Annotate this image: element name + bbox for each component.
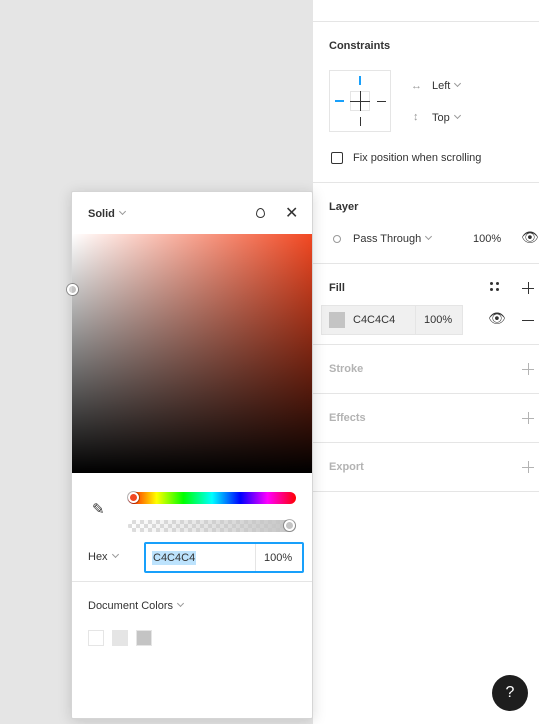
document-color-swatch[interactable] [88,630,104,646]
blend-mode-icon [333,235,341,243]
document-color-swatch[interactable] [136,630,152,646]
constraint-bottom[interactable] [360,117,361,126]
constraint-right[interactable] [377,101,386,102]
styles-grid-icon[interactable] [490,282,500,292]
alpha-slider[interactable] [128,520,296,532]
vertical-constraint-value: Top [432,112,450,124]
fill-divider [415,305,416,335]
hue-knob[interactable] [128,492,139,503]
constraints-widget[interactable] [329,70,391,132]
blend-mode-dropdown[interactable]: Pass Through [353,232,433,245]
document-colors-dropdown[interactable]: Document Colors [88,599,185,612]
export-section: Export [313,443,539,492]
chevron-down-icon [176,599,185,608]
hex-input[interactable]: C4C4C4 100% [144,542,304,573]
add-stroke-icon[interactable] [522,363,534,375]
design-panel: Constraints ↔ Left ↕ Top Fix position wh… [312,0,539,724]
effects-section: Effects [313,394,539,443]
layer-section: Layer Pass Through 100% 👁 [313,183,539,264]
chevron-down-icon [425,232,433,241]
fill-opacity-value[interactable]: 100% [424,314,452,326]
effects-title: Effects [329,412,366,424]
color-format-value: Hex [88,551,108,563]
horizontal-constraint-value: Left [432,80,451,92]
fix-position-label: Fix position when scrolling [353,152,482,164]
vertical-arrow-icon: ↕ [413,111,419,123]
blend-drop-icon[interactable] [256,208,265,218]
horizontal-arrow-icon: ↔ [411,80,422,92]
export-title: Export [329,461,364,473]
fill-title: Fill [329,282,345,294]
close-icon[interactable]: ✕ [285,203,298,223]
stroke-section: Stroke [313,345,539,394]
paint-type-value: Solid [88,208,115,220]
saturation-handle[interactable] [67,284,78,295]
layer-opacity-input[interactable]: 100% [473,233,501,245]
picker-divider [72,581,312,582]
fix-position-checkbox[interactable] [331,152,343,164]
constraint-top[interactable] [359,76,361,85]
picker-opacity-input[interactable]: 100% [264,552,292,564]
horizontal-constraint-dropdown[interactable]: Left [432,79,462,92]
constraints-section: Constraints ↔ Left ↕ Top Fix position wh… [313,22,539,183]
constraints-title: Constraints [329,40,391,52]
blend-mode-value: Pass Through [353,233,422,245]
add-fill-icon[interactable] [522,282,534,294]
eyedropper-icon[interactable]: ✎ [92,500,105,518]
fill-visibility-eye-icon[interactable]: 👁 [488,310,506,327]
fill-section: Fill C4C4C4 100% 👁 [313,264,539,345]
saturation-brightness-area[interactable] [67,234,312,473]
remove-fill-icon[interactable] [522,320,534,321]
chevron-down-icon [111,550,119,559]
hex-divider [255,544,256,571]
stroke-title: Stroke [329,363,364,375]
add-export-icon[interactable] [522,461,534,473]
help-button[interactable]: ? [492,675,528,711]
layer-visibility-eye-icon[interactable]: 👁 [521,229,539,246]
layer-title: Layer [329,201,359,213]
chevron-down-icon [118,207,126,216]
alpha-knob[interactable] [284,520,295,531]
vertical-constraint-dropdown[interactable]: Top [432,111,461,124]
chevron-down-icon [454,79,462,88]
hex-value[interactable]: C4C4C4 [152,551,197,565]
add-effect-icon[interactable] [522,412,534,424]
hue-slider[interactable] [128,492,296,504]
constraint-center-v[interactable] [360,91,361,111]
fill-hex-value[interactable]: C4C4C4 [353,314,395,326]
top-section [313,0,539,22]
paint-type-dropdown[interactable]: Solid [88,207,126,220]
document-colors-label: Document Colors [88,600,173,612]
document-color-swatch[interactable] [112,630,128,646]
constraint-left[interactable] [335,100,344,102]
chevron-down-icon [453,111,461,120]
fill-swatch[interactable] [329,312,345,328]
color-picker: Solid ✕ ✎ Hex C4C4C4 100% Document Color… [67,191,313,719]
color-format-dropdown[interactable]: Hex [88,550,119,563]
